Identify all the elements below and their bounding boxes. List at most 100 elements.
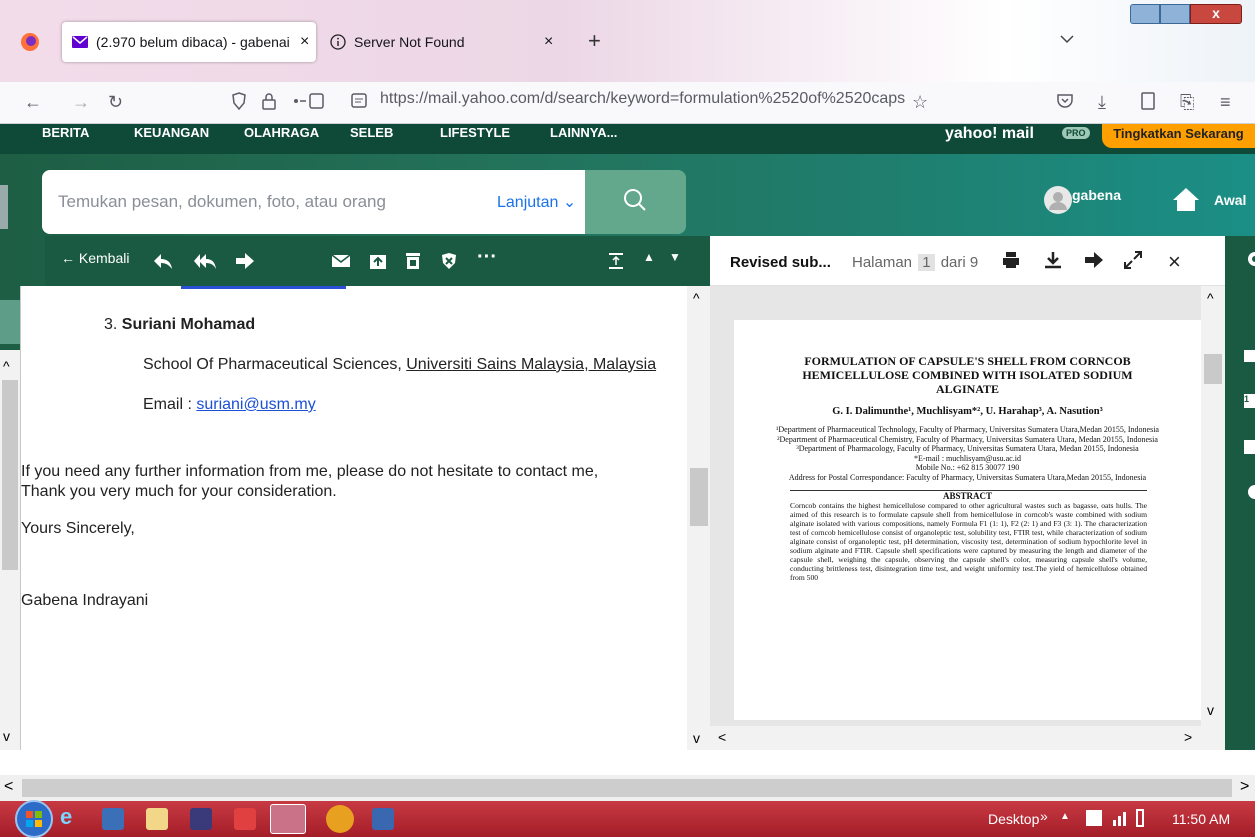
toolbar-expand-icon[interactable]: » [1040, 808, 1048, 824]
show-hidden-icons[interactable]: ▲ [1060, 811, 1070, 822]
scroll-right-icon[interactable]: > [1240, 778, 1249, 796]
viewer-hscrollbar[interactable]: < > [710, 726, 1225, 750]
back-button[interactable]: ← Kembali [61, 250, 129, 266]
tab-server-not-found[interactable]: Server Not Found × [322, 22, 562, 62]
mark-unread-icon[interactable] [331, 252, 351, 270]
download-icon[interactable] [1044, 251, 1062, 269]
chrome-icon[interactable] [326, 805, 354, 833]
scroll-up-icon[interactable]: ^ [3, 358, 10, 374]
start-button-icon[interactable] [14, 799, 54, 839]
search-button[interactable] [585, 170, 686, 234]
lock-icon[interactable] [262, 92, 276, 110]
expand-icon[interactable] [1124, 251, 1142, 269]
pocket-icon[interactable] [1056, 92, 1074, 110]
fit-view-icon[interactable] [607, 252, 625, 270]
reply-all-icon[interactable] [193, 252, 217, 270]
user-avatar-icon[interactable] [1044, 186, 1072, 214]
scroll-thumb[interactable] [1204, 354, 1222, 384]
previous-message-icon[interactable]: ▲ [643, 250, 655, 264]
search-input[interactable]: Temukan pesan, dokumen, foto, atau orang [58, 192, 386, 212]
media-player-icon[interactable] [190, 808, 212, 830]
url-bar[interactable]: https://mail.yahoo.com/d/search/keyword=… [380, 90, 905, 108]
scroll-down-icon[interactable]: v [693, 730, 700, 746]
page-horizontal-scrollbar[interactable]: < > [0, 750, 1255, 801]
word-icon[interactable] [372, 808, 394, 830]
hamburger-menu-icon[interactable]: ≡ [1220, 92, 1231, 113]
acrobat-icon[interactable] [234, 808, 256, 830]
network-icon[interactable] [1086, 810, 1102, 826]
scroll-thumb[interactable] [22, 779, 1232, 797]
file-explorer-icon[interactable] [146, 808, 168, 830]
spam-shield-icon[interactable] [441, 252, 457, 270]
reply-icon[interactable] [153, 252, 173, 270]
ie-icon[interactable]: e [60, 804, 82, 829]
print-icon[interactable] [1002, 251, 1020, 269]
viewer-scrollbar[interactable]: ^ v [1201, 286, 1225, 726]
page-number-input[interactable]: 1 [918, 254, 935, 271]
tab-close-icon[interactable]: × [544, 33, 553, 51]
nav-item[interactable]: KEUANGAN [134, 125, 209, 140]
email-link[interactable]: suriani@usm.my [196, 396, 315, 413]
home-icon[interactable] [1172, 186, 1200, 212]
nav-item[interactable]: LIFESTYLE [440, 125, 510, 140]
nav-item[interactable]: SELEB [350, 125, 393, 140]
back-arrow-icon[interactable]: ← [24, 92, 42, 113]
minimize-icon[interactable] [1130, 4, 1160, 24]
search-box[interactable]: Temukan pesan, dokumen, foto, atau orang… [42, 170, 585, 234]
new-tab-button[interactable]: + [588, 28, 601, 54]
firefox-taskbar-icon[interactable] [270, 804, 306, 834]
scroll-thumb[interactable] [690, 468, 708, 526]
calendar-icon[interactable]: 1 [1244, 394, 1255, 408]
reload-icon[interactable]: ↻ [108, 92, 123, 113]
scroll-left-icon[interactable]: < [718, 729, 726, 745]
list-all-tabs-icon[interactable] [1060, 34, 1074, 44]
scroll-thumb[interactable] [2, 380, 18, 570]
move-icon[interactable] [369, 252, 387, 270]
username[interactable]: gabena [1072, 187, 1121, 203]
downloads-icon[interactable]: ⤓ [1098, 92, 1106, 113]
sidebar-toggle[interactable] [0, 300, 22, 344]
notepad-icon[interactable] [1244, 440, 1255, 454]
next-message-icon[interactable]: ▼ [669, 250, 681, 264]
clock[interactable]: 11:50 AM [1172, 811, 1230, 827]
scroll-right-icon[interactable]: > [1184, 729, 1192, 745]
shield-icon[interactable] [232, 92, 246, 110]
home-link[interactable]: Awal [1214, 192, 1246, 208]
help-icon[interactable] [1243, 484, 1255, 500]
collapsed-sidebar-edge[interactable] [0, 185, 8, 229]
battery-icon[interactable] [1136, 809, 1144, 827]
nav-item[interactable]: OLAHRAGA [244, 125, 319, 140]
left-scroll-track[interactable]: ^ v [0, 350, 20, 750]
scroll-up-icon[interactable]: ^ [1207, 290, 1214, 306]
yahoo-mail-logo[interactable]: yahoo! mail [945, 125, 1034, 143]
signal-icon[interactable] [1112, 810, 1128, 826]
scroll-down-icon[interactable]: v [1207, 702, 1214, 718]
nav-item[interactable]: BERITA [42, 125, 89, 140]
firefox-logo-icon[interactable] [20, 32, 40, 52]
scroll-up-icon[interactable]: ^ [693, 290, 700, 306]
forward-icon[interactable] [235, 252, 255, 270]
bookmark-star-icon[interactable]: ☆ [912, 92, 928, 113]
permissions-icon[interactable] [292, 92, 326, 110]
window-close-icon[interactable]: x [1190, 4, 1242, 24]
upgrade-button[interactable]: Tingkatkan Sekarang [1102, 124, 1255, 148]
reader-view-icon[interactable] [350, 92, 368, 110]
app-icon[interactable] [102, 808, 124, 830]
scroll-left-icon[interactable]: < [4, 778, 13, 796]
more-options-icon[interactable]: ··· [477, 246, 497, 269]
maximize-icon[interactable] [1160, 4, 1190, 24]
scroll-down-icon[interactable]: v [3, 728, 10, 744]
university-link[interactable]: Universiti Sains Malaysia, Malaysia [406, 356, 656, 373]
forward-arrow-icon[interactable]: → [72, 92, 90, 113]
advanced-search-toggle[interactable]: Lanjutan ⌄ [497, 192, 576, 212]
delete-icon[interactable] [405, 252, 421, 270]
share-icon[interactable]: ⎘ [1180, 92, 1194, 113]
tab-yahoo-mail[interactable]: (2.970 belum dibaca) - gabenai × [62, 22, 316, 62]
desktop-toolbar[interactable]: Desktop [988, 811, 1039, 827]
nav-item[interactable]: LAINNYA... [550, 125, 617, 140]
close-viewer-icon[interactable]: × [1168, 249, 1181, 275]
forward-attachment-icon[interactable] [1084, 251, 1104, 269]
tab-close-icon[interactable]: × [300, 33, 309, 51]
library-icon[interactable] [1140, 92, 1156, 110]
settings-gear-icon[interactable] [1243, 250, 1255, 268]
